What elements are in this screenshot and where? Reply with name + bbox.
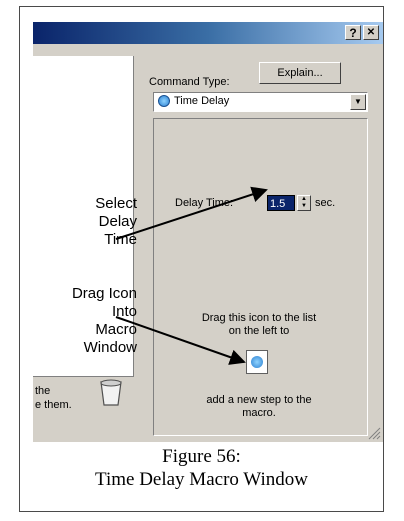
- figure-caption: Figure 56: Time Delay Macro Window: [20, 445, 383, 491]
- annotation-arrows: [115, 186, 268, 365]
- figure-frame: ? ✕ the e them. Command Type: Explain...…: [19, 6, 384, 512]
- caption-line-1: Figure 56:: [162, 446, 241, 467]
- caption-line-2: Time Delay Macro Window: [95, 469, 308, 490]
